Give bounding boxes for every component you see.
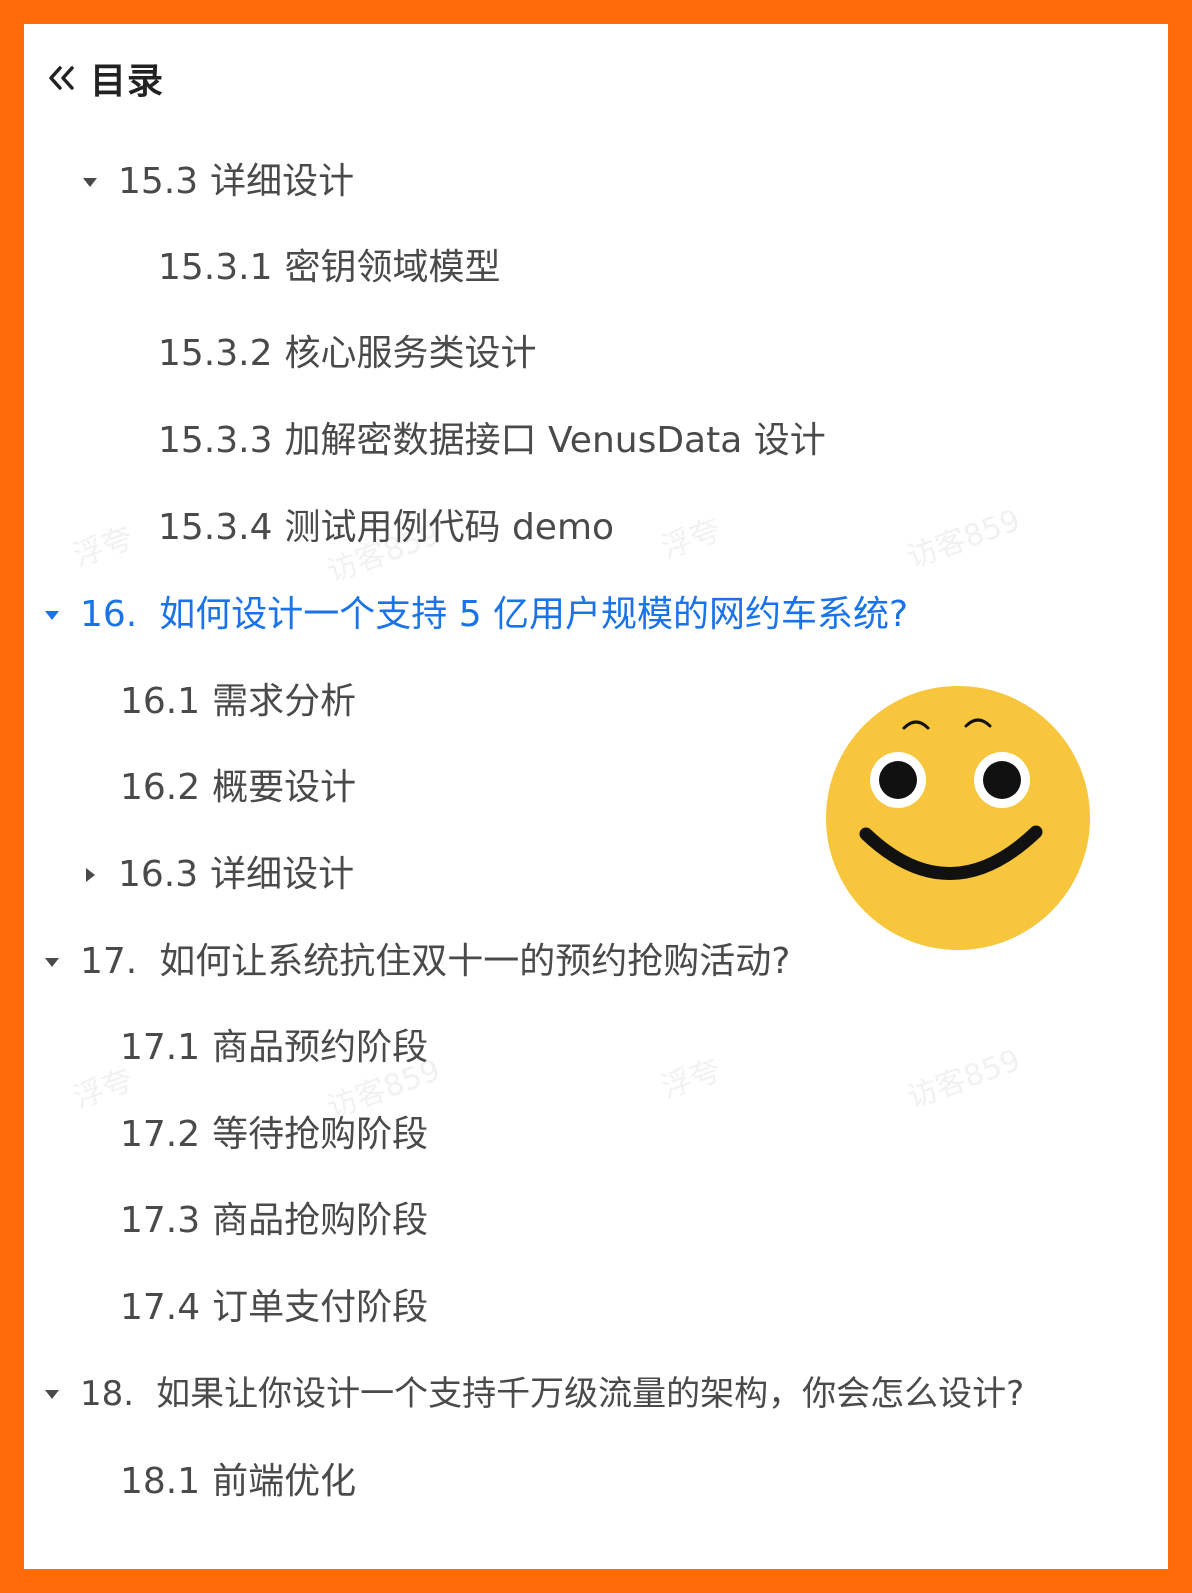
toc-item-number: 18. xyxy=(80,1374,135,1414)
toc-item-label: 测试用例代码 demo xyxy=(284,507,615,548)
watermark: 浮夸 xyxy=(657,1052,726,1106)
toc-item-16-3[interactable]: 16.3 详细设计 xyxy=(82,857,354,893)
toc-item-16-2[interactable]: 16.2 概要设计 xyxy=(120,770,356,806)
double-chevron-left-icon[interactable] xyxy=(46,62,78,94)
toc-title: 目录 xyxy=(90,61,165,102)
watermark: 访客859 xyxy=(902,502,1025,576)
toc-item-16-1[interactable]: 16.1 需求分析 xyxy=(120,684,356,720)
toc-item-number: 15.3.3 xyxy=(158,420,273,461)
toc-item-17-2[interactable]: 17.2 等待抢购阶段 xyxy=(120,1117,428,1153)
toc-item-number: 15.3 xyxy=(118,161,199,202)
toc-item-label: 加解密数据接口 VenusData 设计 xyxy=(284,420,826,461)
toc-item-label: 商品预约阶段 xyxy=(212,1027,429,1068)
toc-item-15-3-4[interactable]: 15.3.4 测试用例代码 demo xyxy=(158,510,614,546)
toc-item-number: 16.1 xyxy=(120,681,201,722)
caret-down-icon[interactable] xyxy=(44,954,60,970)
toc-header: 目录 xyxy=(46,54,164,102)
watermark: 访客859 xyxy=(902,1042,1025,1116)
toc-item-label: 订单支付阶段 xyxy=(212,1287,429,1328)
toc-item-label: 概要设计 xyxy=(212,767,357,808)
toc-item-number: 17.2 xyxy=(120,1114,201,1155)
toc-item-number: 17. xyxy=(80,941,138,982)
watermark: 浮夸 xyxy=(657,512,726,566)
toc-item-17-3[interactable]: 17.3 商品抢购阶段 xyxy=(120,1203,428,1239)
toc-item-label: 需求分析 xyxy=(212,681,357,722)
toc-item-label: 等待抢购阶段 xyxy=(212,1114,429,1155)
toc-item-label: 密钥领域模型 xyxy=(284,247,501,288)
toc-item-number: 17.4 xyxy=(120,1287,201,1328)
toc-item-label: 前端优化 xyxy=(212,1461,357,1502)
toc-item-number: 15.3.4 xyxy=(158,507,273,548)
toc-item-number: 16.2 xyxy=(120,767,201,808)
toc-item-label: 如何设计一个支持 5 亿用户规模的网约车系统? xyxy=(159,594,909,635)
toc-item-label: 详细设计 xyxy=(210,161,355,202)
toc-item-number: 18.1 xyxy=(120,1461,201,1502)
toc-item-number: 17.3 xyxy=(120,1200,201,1241)
toc-item-number: 15.3.2 xyxy=(158,333,273,374)
watermark: 浮夸 xyxy=(69,520,138,574)
toc-item-number: 17.1 xyxy=(120,1027,201,1068)
toc-item-18[interactable]: 18. 如果让你设计一个支持千万级流量的架构，你会怎么设计? xyxy=(44,1377,1024,1411)
toc-item-number: 15.3.1 xyxy=(158,247,273,288)
toc-item-label: 详细设计 xyxy=(210,854,355,895)
toc-item-label: 如何让系统抗住双十一的预约抢购活动? xyxy=(159,941,791,982)
toc-item-15-3-1[interactable]: 15.3.1 密钥领域模型 xyxy=(158,250,501,286)
caret-right-icon[interactable] xyxy=(82,867,98,883)
caret-down-icon[interactable] xyxy=(82,174,98,190)
caret-down-icon[interactable] xyxy=(44,607,60,623)
toc-item-17[interactable]: 17. 如何让系统抗住双十一的预约抢购活动? xyxy=(44,944,790,980)
toc-item-15-3-2[interactable]: 15.3.2 核心服务类设计 xyxy=(158,336,537,372)
toc-panel: 目录 浮夸 访客859 浮夸 访客859 浮夸 访客859 浮夸 访客859 1… xyxy=(24,24,1168,1569)
toc-item-16[interactable]: 16. 如何设计一个支持 5 亿用户规模的网约车系统? xyxy=(44,597,908,633)
toc-item-number: 16. xyxy=(80,594,138,635)
toc-item-15-3-3[interactable]: 15.3.3 加解密数据接口 VenusData 设计 xyxy=(158,423,826,459)
toc-item-18-1[interactable]: 18.1 前端优化 xyxy=(120,1464,356,1500)
caret-down-icon[interactable] xyxy=(44,1386,60,1402)
toc-item-label: 商品抢购阶段 xyxy=(212,1200,429,1241)
toc-item-label: 如果让你设计一个支持千万级流量的架构，你会怎么设计? xyxy=(156,1374,1025,1414)
toc-item-number: 16.3 xyxy=(118,854,199,895)
toc-item-15-3[interactable]: 15.3 详细设计 xyxy=(82,164,354,200)
toc-item-17-1[interactable]: 17.1 商品预约阶段 xyxy=(120,1030,428,1066)
toc-item-17-4[interactable]: 17.4 订单支付阶段 xyxy=(120,1290,428,1326)
toc-item-label: 核心服务类设计 xyxy=(284,333,537,374)
smiley-face-icon xyxy=(826,686,1090,950)
